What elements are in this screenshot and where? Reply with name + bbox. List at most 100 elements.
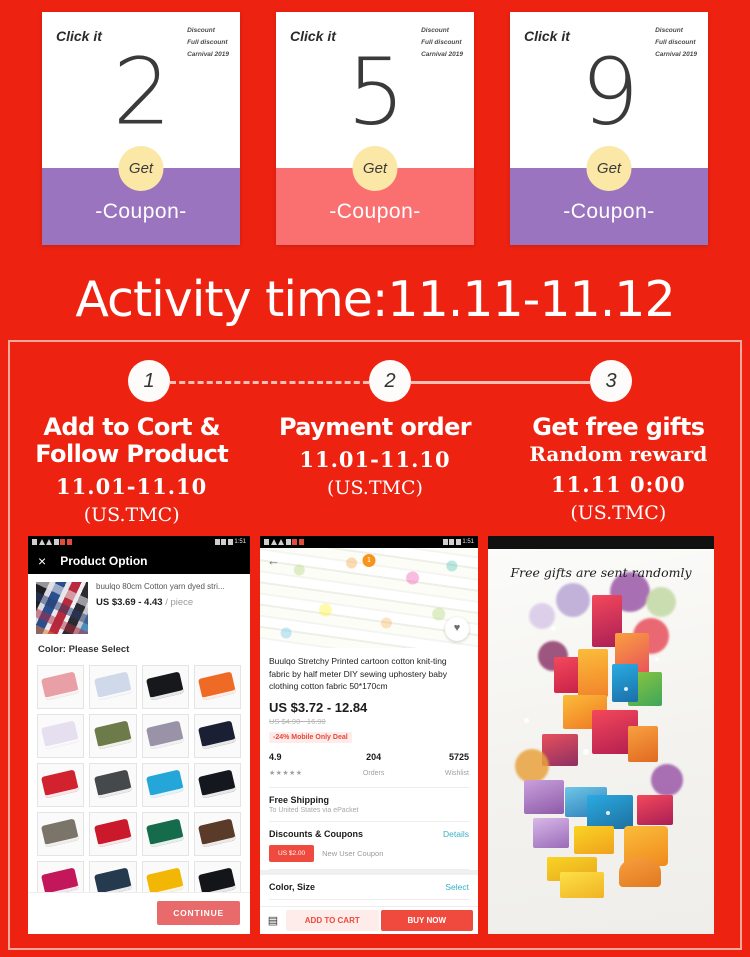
swatch-option[interactable] [193,762,241,807]
back-arrow-icon[interactable]: ← [267,553,280,568]
coupon-card-3-get-button[interactable]: Get [586,146,632,191]
swatch-option[interactable] [193,811,241,856]
discounts-block[interactable]: Discounts & Coupons Details US $2.00 New… [269,822,469,870]
battery-icon [227,538,233,545]
product-title-1: buulqo 80cm Cotton yarn dyed stri... [96,581,225,591]
screenshot-row: 1:51 × Product Option buulqo 80cm Cotton… [10,535,740,934]
step-2-title: Payment order [278,413,472,441]
coupon-card-3-fineprint: Discount Full discount Carnival 2019 [655,25,697,61]
bluetooth-icon [449,538,455,545]
status-bar-right-icons-2: 1:51 [442,538,474,545]
step-3-region: (US.TMC) [570,501,667,524]
status-bar-left-icons-1 [32,538,72,545]
activity-time-heading: Activity time:11.11-11.12 [75,271,675,328]
gift-pile-illustration [488,549,714,934]
swatch-option[interactable] [141,811,189,856]
status-time-2: 1:51 [462,538,474,545]
fineprint-line-3: Carnival 2019 [655,51,697,59]
close-icon[interactable]: × [38,554,46,568]
mobile-deal-badge: -24% Mobile Only Deal [269,732,352,743]
coupon-card-3[interactable]: Click it Discount Full discount Carnival… [510,12,708,245]
coupon-card-2-fineprint: Discount Full discount Carnival 2019 [421,25,463,61]
product-info: buulqo 80cm Cotton yarn dyed stri... US … [96,582,242,634]
product-old-price: US $4.90 - 16.90 [269,717,326,726]
step-descriptions: Add to Cort & Follow Product 11.01-11.10… [10,414,740,526]
coupon-card-2-clickit-label: Click it [290,28,336,44]
step-circle-1: 1 [128,360,170,402]
add-to-cart-button[interactable]: ADD TO CART [286,909,379,931]
swatch-option[interactable] [89,811,137,856]
coupon-card-1-amount: 2 [112,38,172,146]
select-link[interactable]: Select [445,882,469,892]
wishlist-stat: 5725 Wishlist [445,752,469,780]
coupon-card-2-get-button[interactable]: Get [352,146,398,191]
rating-stars: ★★★★★ [269,770,303,777]
signal-icon [264,538,269,545]
swatch-option[interactable] [89,762,137,807]
swatch-option[interactable] [89,664,137,709]
product-stats: 4.9 ★★★★★ 204 Orders 5725 Wishlist [269,752,469,788]
gift-image: Free gifts are sent randomly [488,548,714,934]
buy-now-button[interactable]: BUY NOW [380,909,473,931]
price-unit-1: / piece [165,596,194,608]
coupon-card-2-amount: 5 [346,38,406,146]
action-bar: ▤ ADD TO CART BUY NOW [260,905,478,934]
app-notification-icon [298,538,304,545]
swatch-option[interactable] [141,713,189,758]
promo-frame: 1 2 3 Add to Cort & Follow Product 11.01… [8,340,742,950]
coupon-card-3-clickit-label: Click it [524,28,570,44]
price-value-1: US $3.69 - 4.43 [96,596,163,608]
continue-button[interactable]: CONTINUE [157,900,240,925]
swatch-option[interactable] [37,664,85,709]
shipping-block[interactable]: Free Shipping To United States via ePack… [269,788,469,822]
coupon-card-3-top: Click it Discount Full discount Carnival… [510,12,708,168]
status-bar-1: 1:51 [28,535,250,548]
step-2-date: 11.01-11.10 [299,446,451,472]
signal-icon [32,538,37,545]
step-3-title: Get free gifts [532,413,705,441]
signal-triangle-icon [38,538,45,545]
product-thumbnail[interactable] [36,581,88,634]
swatch-option[interactable] [37,811,85,856]
coupon-card-1-top: Click it Discount Full discount Carnival… [42,12,240,168]
coupon-card-1-label: -Coupon- [95,200,187,223]
gift-caption: Free gifts are sent randomly [510,564,692,580]
store-icon[interactable]: ▤ [262,914,284,927]
app-bar-title-1: Product Option [60,553,148,568]
step-1-region: (US.TMC) [83,503,180,526]
swatch-option[interactable] [193,664,241,709]
color-size-block[interactable]: Color, Size Select [269,875,469,900]
wishlist-heart-button[interactable]: ♥ [445,616,469,641]
signal-triangle-icon [270,538,277,545]
swatch-option[interactable] [141,762,189,807]
coupon-card-1-scallop-edge [42,234,240,245]
status-bar-2: 1:51 [260,535,478,548]
coupon-card-1-get-button[interactable]: Get [118,146,164,191]
discounts-header-row: Discounts & Coupons Details [269,829,469,839]
coupon-card-3-label: -Coupon- [563,200,655,223]
step-column-2: Payment order 11.01-11.10 (US.TMC) [253,414,496,526]
fineprint-line-2: Full discount [187,39,228,47]
coupon-card-2[interactable]: Click it Discount Full discount Carnival… [276,12,474,245]
coupon-card-1[interactable]: Click it Discount Full discount Carnival… [42,12,240,245]
coupon-value-chip[interactable]: US $2.00 [269,845,315,862]
product-price-2: US $3.72 - 12.84 [269,700,368,715]
screenshot-free-gifts: Free gifts are sent randomly [488,535,714,934]
swatch-option[interactable] [37,713,85,758]
details-link[interactable]: Details [443,829,469,839]
step-3-date: 11.11 0:00 [550,471,686,497]
coupon-chip-row: US $2.00 New User Coupon [269,845,469,862]
swatch-option[interactable] [37,762,85,807]
product-title-2: Buulqo Stretchy Printed cartoon cotton k… [269,655,447,692]
swatch-option[interactable] [193,713,241,758]
signal-triangle-2-icon [46,538,52,545]
product-price-1: US $3.69 - 4.43 / piece [96,597,242,608]
product-hero-image: ← 1 ♥ [260,547,478,648]
coupon-card-3-amount: 9 [580,38,640,146]
swatch-option[interactable] [89,713,137,758]
signal-triangle-2-icon [278,538,284,545]
fineprint-line-1: Discount [187,27,215,34]
notification-icon [292,538,297,545]
screenshot-product-option: 1:51 × Product Option buulqo 80cm Cotton… [28,535,250,934]
swatch-option[interactable] [141,664,189,709]
